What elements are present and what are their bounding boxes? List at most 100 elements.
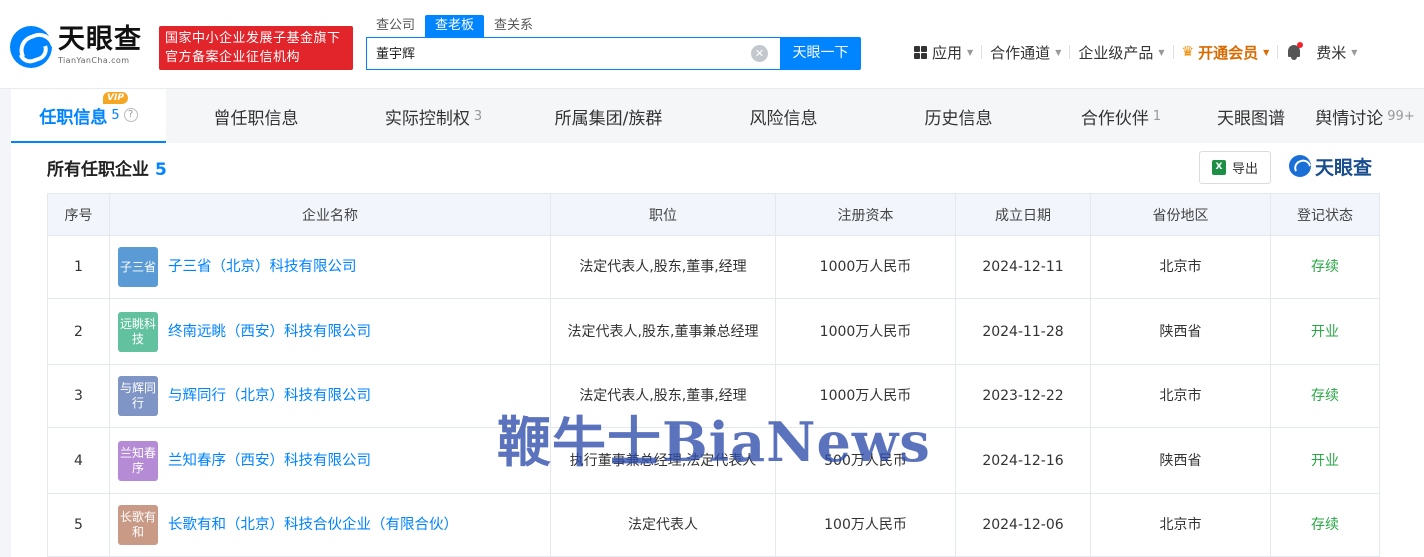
tab-label: 天眼图谱	[1217, 108, 1285, 129]
caret-down-icon: ▼	[1055, 47, 1062, 57]
info-tabs: 任职信息 5 ? VIP 曾任职信息 实际控制权 3 所属集团/族群 风险信息 …	[11, 89, 1424, 143]
company-link[interactable]: 终南远眺（西安）科技有限公司	[168, 321, 371, 343]
company-cell: 与辉同行 与辉同行（北京）科技有限公司	[109, 364, 551, 428]
section-count: 5	[155, 160, 167, 180]
date-cell: 2024-12-16	[955, 427, 1091, 494]
company-logo[interactable]: 长歌有和	[118, 505, 158, 545]
col-header-no[interactable]: 序号	[47, 193, 110, 236]
caret-down-icon: ▼	[967, 47, 974, 57]
search-type-tabs: 查公司 查老板 查关系	[366, 15, 543, 37]
row-no: 5	[47, 493, 110, 557]
tab-risk[interactable]: 风险信息	[696, 89, 871, 143]
tianyancha-eye-icon	[10, 26, 52, 68]
company-cell: 兰知春序 兰知春序（西安）科技有限公司	[109, 427, 551, 494]
tab-partners[interactable]: 合作伙伴 1	[1046, 89, 1196, 143]
col-header-capital[interactable]: 注册资本	[775, 193, 956, 236]
tab-group[interactable]: 所属集团/族群	[521, 89, 696, 143]
table-row: 1 子三省 子三省（北京）科技有限公司 法定代表人,股东,董事,经理 1000万…	[47, 235, 1380, 299]
export-label: 导出	[1231, 162, 1258, 177]
company-link[interactable]: 与辉同行（北京）科技有限公司	[168, 385, 371, 407]
nav-vip[interactable]: ♛ 开通会员 ▼	[1174, 42, 1278, 63]
search-tab-boss[interactable]: 查老板	[425, 15, 485, 37]
top-header: 天眼查 TianYanCha.com 国家中小企业发展子基金旗下 官方备案企业征…	[0, 0, 1424, 89]
tab-label: 历史信息	[924, 108, 993, 129]
help-icon[interactable]: ?	[123, 108, 138, 122]
company-link[interactable]: 子三省（北京）科技有限公司	[168, 256, 357, 278]
region-cell: 北京市	[1090, 364, 1271, 428]
col-header-region[interactable]: 省份地区	[1090, 193, 1271, 236]
status-cell: 开业	[1270, 298, 1380, 365]
tab-history[interactable]: 历史信息	[871, 89, 1046, 143]
nav-partner-label: 合作通道	[990, 43, 1051, 62]
capital-cell: 500万人民币	[775, 427, 956, 494]
tab-count: 1	[1152, 108, 1162, 124]
col-header-date[interactable]: 成立日期	[955, 193, 1091, 236]
company-cell: 长歌有和 长歌有和（北京）科技合伙企业（有限合伙）	[109, 493, 551, 557]
company-link[interactable]: 兰知春序（西安）科技有限公司	[168, 450, 371, 472]
region-cell: 陕西省	[1090, 298, 1271, 365]
col-header-company[interactable]: 企业名称	[109, 193, 551, 236]
company-logo[interactable]: 与辉同行	[118, 376, 158, 416]
nav-partner[interactable]: 合作通道 ▼	[982, 42, 1069, 63]
col-header-status[interactable]: 登记状态	[1270, 193, 1380, 236]
company-logo[interactable]: 远眺科技	[118, 311, 158, 352]
caret-down-icon: ▼	[1158, 47, 1165, 57]
vip-badge: VIP	[103, 92, 128, 104]
nav-enterprise[interactable]: 企业级产品 ▼	[1070, 42, 1172, 63]
search-button[interactable]: 天眼一下	[780, 37, 861, 70]
date-cell: 2023-12-22	[955, 364, 1091, 428]
tab-label: 实际控制权	[384, 108, 470, 129]
nav-enterprise-label: 企业级产品	[1078, 43, 1154, 62]
tab-public-opinion[interactable]: 舆情讨论 99+	[1306, 89, 1424, 143]
notification-dot	[1297, 42, 1304, 48]
region-cell: 北京市	[1090, 493, 1271, 557]
status-cell: 存续	[1270, 364, 1380, 428]
logo-text: 天眼查	[58, 24, 142, 55]
date-cell: 2024-12-06	[955, 493, 1091, 557]
tab-actual-control[interactable]: 实际控制权 3	[346, 89, 521, 143]
slogan-line-2: 官方备案企业征信机构	[165, 50, 301, 65]
tab-former-positions[interactable]: 曾任职信息	[166, 89, 346, 143]
row-no: 1	[47, 235, 110, 299]
positions-table: 序号 企业名称 职位 注册资本 成立日期 省份地区 登记状态 1 子三省 子三省…	[47, 193, 1380, 557]
row-no: 3	[47, 364, 110, 428]
nav-user[interactable]: 费米 ▼	[1308, 42, 1365, 63]
search-tab-relation[interactable]: 查关系	[484, 15, 543, 37]
excel-icon: X	[1211, 160, 1226, 175]
slogan-line-1: 国家中小企业发展子基金旗下	[165, 31, 341, 46]
clear-icon[interactable]: ✕	[751, 45, 768, 62]
search-input[interactable]	[376, 45, 746, 60]
position-cell: 法定代表人,股东,董事,经理	[550, 235, 776, 299]
company-logo[interactable]: 兰知春序	[118, 440, 158, 481]
bell-icon[interactable]	[1286, 42, 1304, 61]
tab-count: 5	[111, 107, 120, 123]
caret-down-icon: ▼	[1351, 47, 1358, 57]
company-logo[interactable]: 子三省	[118, 247, 158, 287]
tab-graph[interactable]: 天眼图谱	[1196, 89, 1306, 143]
status-cell: 存续	[1270, 235, 1380, 299]
tab-current-positions[interactable]: 任职信息 5 ? VIP	[11, 89, 166, 143]
nav-user-label: 费米	[1316, 43, 1347, 62]
section-title: 所有任职企业 5	[47, 155, 167, 180]
tab-label: 合作伙伴	[1080, 108, 1149, 129]
status-cell: 开业	[1270, 427, 1380, 494]
export-button[interactable]: X 导出	[1199, 151, 1271, 184]
company-link[interactable]: 长歌有和（北京）科技合伙企业（有限合伙）	[168, 514, 458, 536]
capital-cell: 1000万人民币	[775, 298, 956, 365]
capital-cell: 1000万人民币	[775, 235, 956, 299]
search-box: ✕	[366, 37, 780, 70]
tab-label: 曾任职信息	[213, 108, 299, 129]
row-no: 2	[47, 298, 110, 365]
section-title-text: 所有任职企业	[47, 160, 149, 180]
nav-apps[interactable]: 应用 ▼	[906, 42, 981, 63]
nav-apps-label: 应用	[932, 43, 963, 62]
tab-count: 3	[473, 108, 483, 124]
site-logo[interactable]: 天眼查 TianYanCha.com	[10, 24, 152, 70]
nav-vip-label: 开通会员	[1198, 43, 1259, 62]
capital-cell: 1000万人民币	[775, 364, 956, 428]
region-cell: 北京市	[1090, 235, 1271, 299]
brand-mark: 天眼查	[1289, 153, 1372, 179]
col-header-position[interactable]: 职位	[550, 193, 776, 236]
position-cell: 法定代表人,股东,董事兼总经理	[550, 298, 776, 365]
search-tab-company[interactable]: 查公司	[366, 15, 425, 37]
